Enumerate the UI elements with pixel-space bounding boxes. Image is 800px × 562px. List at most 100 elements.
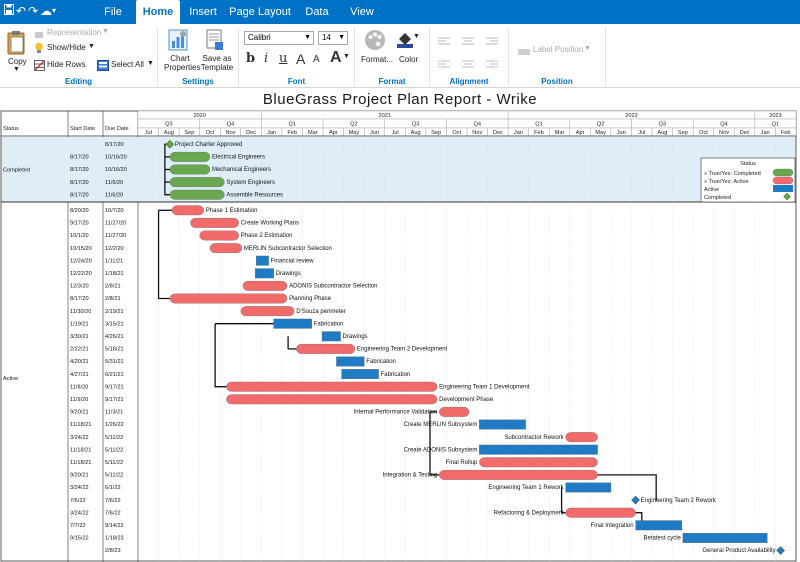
task-bar[interactable] bbox=[565, 482, 612, 493]
label-position-button[interactable]: Label Position bbox=[533, 45, 583, 54]
due-date-cell: 7/6/22 bbox=[105, 498, 121, 504]
show-hide-button[interactable]: Show/Hide bbox=[47, 43, 86, 52]
align-top-left-icon[interactable] bbox=[438, 32, 450, 50]
align-top-right-icon[interactable] bbox=[486, 32, 498, 50]
start-date-cell: 3/24/22 bbox=[70, 485, 89, 491]
task-bar[interactable] bbox=[199, 230, 239, 241]
copy-dropdown-icon[interactable]: ▼ bbox=[13, 66, 20, 73]
align-bottom-center-icon[interactable] bbox=[462, 55, 474, 73]
task-bar[interactable] bbox=[240, 306, 295, 317]
select-all-button[interactable]: Select All bbox=[111, 60, 144, 69]
format-button[interactable]: Format... bbox=[361, 55, 393, 64]
chevron-down-icon: ▼ bbox=[304, 34, 311, 41]
chart-properties-icon[interactable] bbox=[168, 29, 188, 56]
start-date-cell: 8/17/20 bbox=[70, 155, 89, 161]
task-bar[interactable] bbox=[190, 217, 239, 228]
task-bar[interactable] bbox=[226, 394, 438, 405]
tab-home[interactable]: Home bbox=[136, 0, 180, 24]
task-bar[interactable] bbox=[635, 520, 683, 531]
italic-button[interactable]: i bbox=[264, 51, 268, 66]
month-label: Oct bbox=[452, 130, 461, 136]
save-template-button[interactable]: Save as Template bbox=[200, 54, 234, 72]
tab-page-layout[interactable]: Page Layout bbox=[226, 0, 294, 24]
tab-view[interactable]: View bbox=[340, 0, 384, 24]
redo-icon[interactable]: ↷ bbox=[28, 4, 38, 18]
task-bar[interactable] bbox=[169, 164, 211, 175]
task-bar[interactable] bbox=[169, 177, 225, 187]
month-label: Jun bbox=[617, 130, 626, 136]
task-label: System Engineers bbox=[226, 180, 275, 186]
quick-access-dropdown-icon[interactable]: ▾ bbox=[52, 4, 56, 18]
task-bar[interactable] bbox=[209, 243, 242, 254]
fill-color-icon[interactable] bbox=[396, 30, 414, 53]
save-template-icon[interactable] bbox=[206, 29, 224, 56]
task-bar[interactable] bbox=[336, 356, 365, 367]
task-bar[interactable] bbox=[226, 381, 438, 392]
task-bar[interactable] bbox=[341, 369, 379, 380]
task-bar[interactable] bbox=[479, 444, 598, 455]
font-color-icon[interactable]: A bbox=[330, 49, 342, 67]
task-bar[interactable] bbox=[256, 255, 269, 266]
select-all-dropdown-icon[interactable]: ▼ bbox=[147, 60, 154, 67]
task-bar[interactable] bbox=[439, 469, 598, 480]
task-bar[interactable] bbox=[169, 293, 288, 304]
shrink-font-icon[interactable]: A bbox=[313, 54, 320, 65]
task-bar[interactable] bbox=[439, 406, 470, 417]
milestone-marker[interactable] bbox=[776, 546, 785, 555]
due-date-cell: 5/31/21 bbox=[105, 359, 124, 365]
start-date-cell: 2/22/21 bbox=[70, 347, 89, 353]
month-label: Nov bbox=[472, 130, 482, 136]
tab-data[interactable]: Data bbox=[294, 0, 340, 24]
representation-button[interactable]: Representation bbox=[47, 28, 101, 37]
font-color-dropdown-icon[interactable]: ▼ bbox=[343, 53, 350, 60]
task-bar[interactable] bbox=[242, 280, 288, 291]
task-bar[interactable] bbox=[169, 189, 225, 200]
due-date-cell: 11/3/21 bbox=[105, 410, 123, 416]
task-bar[interactable] bbox=[682, 532, 768, 543]
due-date-cell: 1/26/22 bbox=[105, 422, 124, 428]
month-label: Jan bbox=[514, 130, 523, 136]
font-size-select[interactable]: 14 ▼ bbox=[318, 31, 348, 45]
save-icon[interactable] bbox=[4, 4, 14, 18]
task-bar[interactable] bbox=[169, 152, 211, 162]
task-bar[interactable] bbox=[565, 432, 598, 443]
grow-font-icon[interactable]: A bbox=[296, 51, 305, 67]
bold-button[interactable]: b bbox=[246, 51, 255, 66]
cloud-icon[interactable]: ☁ bbox=[40, 4, 52, 18]
tab-insert[interactable]: Insert bbox=[180, 0, 226, 24]
task-bar[interactable] bbox=[296, 343, 356, 354]
chart-properties-button[interactable]: Chart Properties bbox=[164, 54, 200, 72]
align-top-center-icon[interactable] bbox=[462, 32, 474, 50]
undo-icon[interactable]: ↶ bbox=[16, 4, 26, 18]
month-label: Mar bbox=[555, 130, 565, 136]
font-family-select[interactable]: Calibri ▼ bbox=[244, 31, 314, 45]
tab-file[interactable]: File bbox=[90, 0, 136, 24]
month-label: Aug bbox=[164, 130, 174, 136]
task-bar[interactable] bbox=[565, 507, 636, 518]
ribbon-tab-bar: ↶ ↷ ☁ ▾ File Home Insert Page Layout Dat… bbox=[0, 0, 800, 24]
color-button[interactable]: Color bbox=[399, 55, 418, 64]
task-label: ADONIS Subcontractor Selection bbox=[289, 284, 377, 290]
task-bar[interactable] bbox=[479, 419, 526, 430]
palette-icon[interactable] bbox=[364, 29, 386, 56]
task-bar[interactable] bbox=[255, 268, 274, 279]
show-hide-dropdown-icon[interactable]: ▼ bbox=[88, 43, 95, 50]
task-bar[interactable] bbox=[171, 205, 204, 216]
hide-rows-button[interactable]: Hide Rows bbox=[47, 60, 86, 69]
underline-button[interactable]: u bbox=[279, 51, 287, 66]
month-label: Oct bbox=[699, 130, 708, 136]
due-date-cell: 6/21/21 bbox=[105, 372, 124, 378]
task-bar[interactable] bbox=[273, 318, 312, 329]
task-bar[interactable] bbox=[321, 331, 341, 342]
month-label: May bbox=[349, 130, 360, 136]
representation-dropdown-icon[interactable]: ▼ bbox=[102, 28, 109, 35]
align-bottom-right-icon[interactable] bbox=[486, 55, 498, 73]
month-label: Jul bbox=[638, 130, 645, 136]
align-bottom-left-icon[interactable] bbox=[438, 55, 450, 73]
copy-button[interactable]: Copy bbox=[8, 57, 27, 66]
start-date-cell: 4/20/21 bbox=[70, 359, 89, 365]
label-position-dropdown-icon[interactable]: ▼ bbox=[584, 45, 591, 52]
milestone-marker[interactable] bbox=[631, 495, 640, 505]
task-bar[interactable] bbox=[479, 457, 598, 468]
fill-color-dropdown-icon[interactable]: ▼ bbox=[413, 33, 420, 40]
